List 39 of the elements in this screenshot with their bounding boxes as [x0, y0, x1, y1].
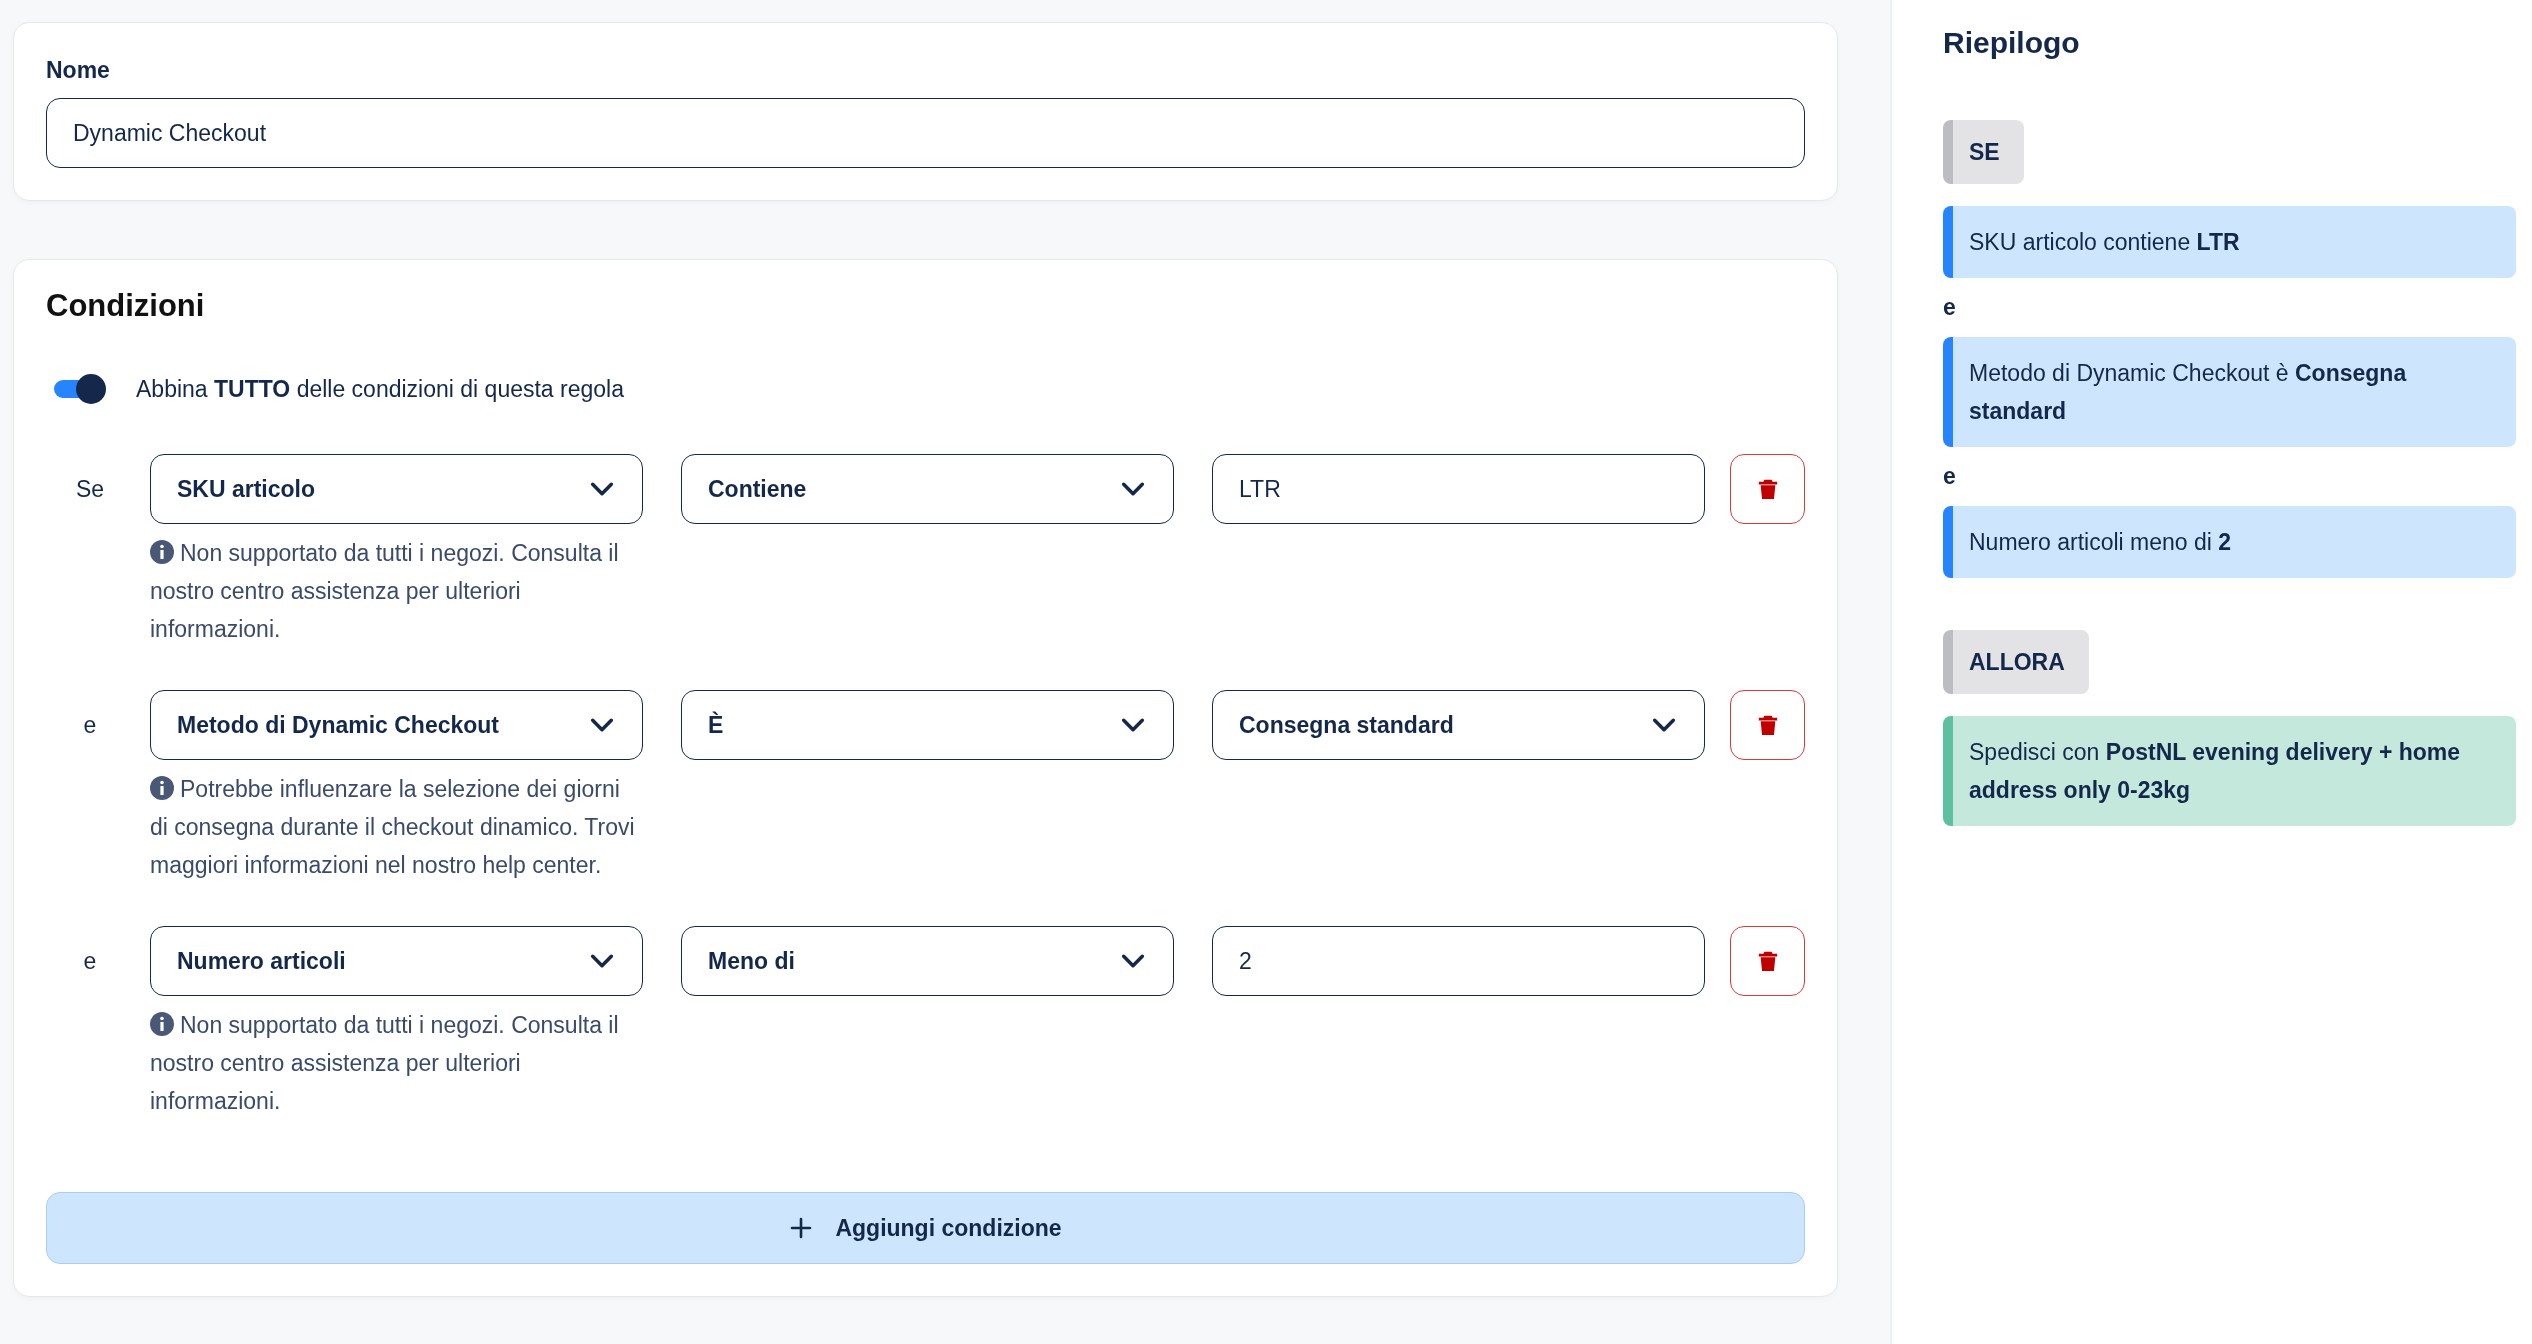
trash-icon	[1756, 713, 1779, 737]
action-summary: Spedisci con PostNL evening delivery + home address only 0-23kg	[1943, 716, 2516, 826]
info-icon	[150, 776, 174, 800]
operator-dropdown[interactable]: Contiene	[681, 454, 1174, 524]
info-icon	[150, 540, 174, 564]
value-dropdown[interactable]: Consegna standard	[1212, 690, 1705, 760]
field-dropdown[interactable]: Metodo di Dynamic Checkout	[150, 690, 643, 760]
value-input-field[interactable]: 2	[1212, 926, 1705, 996]
delete-button[interactable]	[1730, 926, 1805, 996]
connector-label: e	[82, 711, 98, 739]
help-note: Potrebbe influenzare la selezione dei giorni di consegna durante il checkout dinamico. Trovi maggiori informazioni nel nostro help center.	[150, 775, 636, 880]
connector-label: e	[1943, 463, 1957, 490]
delete-button[interactable]	[1730, 690, 1805, 760]
connector-label: e	[1943, 294, 1957, 321]
field-dropdown[interactable]: Numero articoli	[150, 926, 643, 996]
field-label: Nome	[46, 57, 111, 84]
condition-summary: Numero articoli meno di 2	[1943, 506, 2516, 578]
field-dropdown[interactable]: SKU articolo	[150, 454, 643, 524]
add-condition-button[interactable]: Aggiungi condizione	[46, 1192, 1805, 1264]
help-note: Non supportato da tutti i negozi. Consulta il nostro centro assistenza per ulteriori informazioni.	[150, 1011, 620, 1116]
connector-label: Se	[74, 475, 106, 503]
toggle-label: Abbina TUTTO delle condizioni di questa regola	[136, 375, 624, 403]
info-icon	[150, 1012, 174, 1036]
help-note: Non supportato da tutti i negozi. Consulta il nostro centro assistenza per ulteriori informazioni.	[150, 539, 620, 644]
value-input-field[interactable]: LTR	[1212, 454, 1705, 524]
connector-label: e	[82, 947, 98, 975]
condition-summary: Metodo di Dynamic Checkout è Consegna standard	[1943, 337, 2516, 447]
condition-summary: SKU articolo contiene LTR	[1943, 206, 2516, 278]
trash-icon	[1756, 477, 1779, 501]
section-tag: SE	[1943, 120, 2024, 184]
section-tag: ALLORA	[1943, 630, 2089, 694]
operator-dropdown[interactable]: È	[681, 690, 1174, 760]
delete-button[interactable]	[1730, 454, 1805, 524]
trash-icon	[1756, 949, 1779, 973]
section-title: Condizioni	[46, 288, 206, 324]
plus-icon	[789, 1216, 814, 1240]
operator-dropdown[interactable]: Meno di	[681, 926, 1174, 996]
summary-title: Riepilogo	[1943, 26, 2081, 60]
name-input-field[interactable]: Dynamic Checkout	[46, 98, 1805, 168]
